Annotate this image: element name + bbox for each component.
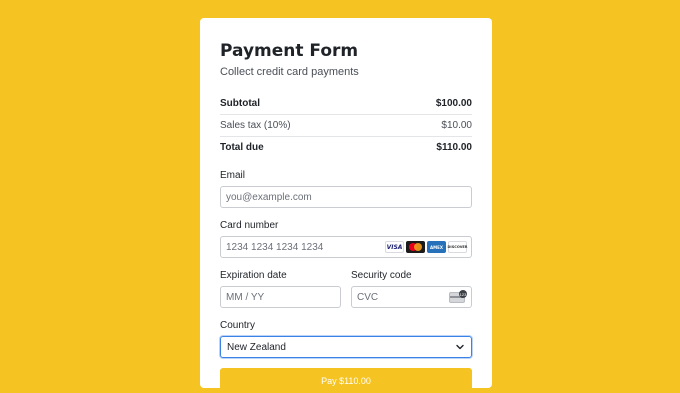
summary-row-subtotal: Subtotal $100.00 bbox=[220, 93, 472, 115]
expiration-field[interactable] bbox=[226, 291, 335, 303]
total-value: $110.00 bbox=[436, 142, 472, 153]
subtotal-value: $100.00 bbox=[435, 98, 472, 109]
email-field-wrapper bbox=[220, 186, 472, 208]
country-label: Country bbox=[220, 320, 256, 331]
order-summary: Subtotal $100.00 Sales tax (10%) $10.00 … bbox=[220, 93, 472, 158]
tax-value: $10.00 bbox=[441, 120, 472, 131]
subtotal-label: Subtotal bbox=[220, 98, 260, 109]
expiration-wrapper bbox=[220, 286, 341, 308]
visa-icon: VISA bbox=[385, 241, 404, 253]
country-selected-value: New Zealand bbox=[227, 341, 286, 353]
email-field[interactable] bbox=[226, 191, 466, 203]
security-code-wrapper: 123 bbox=[351, 286, 472, 308]
payment-form-card: Payment Form Collect credit card payment… bbox=[200, 18, 492, 393]
expiry-cvc-row: Expiration date Security code 123 bbox=[220, 258, 472, 308]
tax-label: Sales tax (10%) bbox=[220, 120, 291, 131]
country-select[interactable]: New Zealand bbox=[220, 336, 472, 358]
email-label: Email bbox=[220, 170, 246, 181]
chevron-down-icon bbox=[456, 344, 464, 350]
mastercard-icon bbox=[406, 241, 425, 253]
discover-icon: DISCOVER bbox=[448, 241, 468, 253]
summary-row-total: Total due $110.00 bbox=[220, 137, 472, 158]
amex-icon: AMEX bbox=[427, 241, 446, 253]
cvc-badge: 123 bbox=[459, 290, 467, 298]
card-number-wrapper: VISA AMEX DISCOVER bbox=[220, 236, 472, 258]
security-code-label: Security code bbox=[351, 270, 412, 281]
expiration-label: Expiration date bbox=[220, 270, 287, 281]
card-number-label: Card number bbox=[220, 220, 279, 231]
card-brands: VISA AMEX DISCOVER bbox=[385, 241, 468, 253]
cvc-card-icon: 123 bbox=[449, 290, 467, 303]
form-title: Payment Form bbox=[220, 41, 359, 61]
security-column: Security code 123 bbox=[351, 258, 472, 308]
summary-row-tax: Sales tax (10%) $10.00 bbox=[220, 115, 472, 137]
form-subtitle: Collect credit card payments bbox=[220, 66, 359, 78]
expiration-column: Expiration date bbox=[220, 258, 341, 308]
total-label: Total due bbox=[220, 142, 264, 153]
